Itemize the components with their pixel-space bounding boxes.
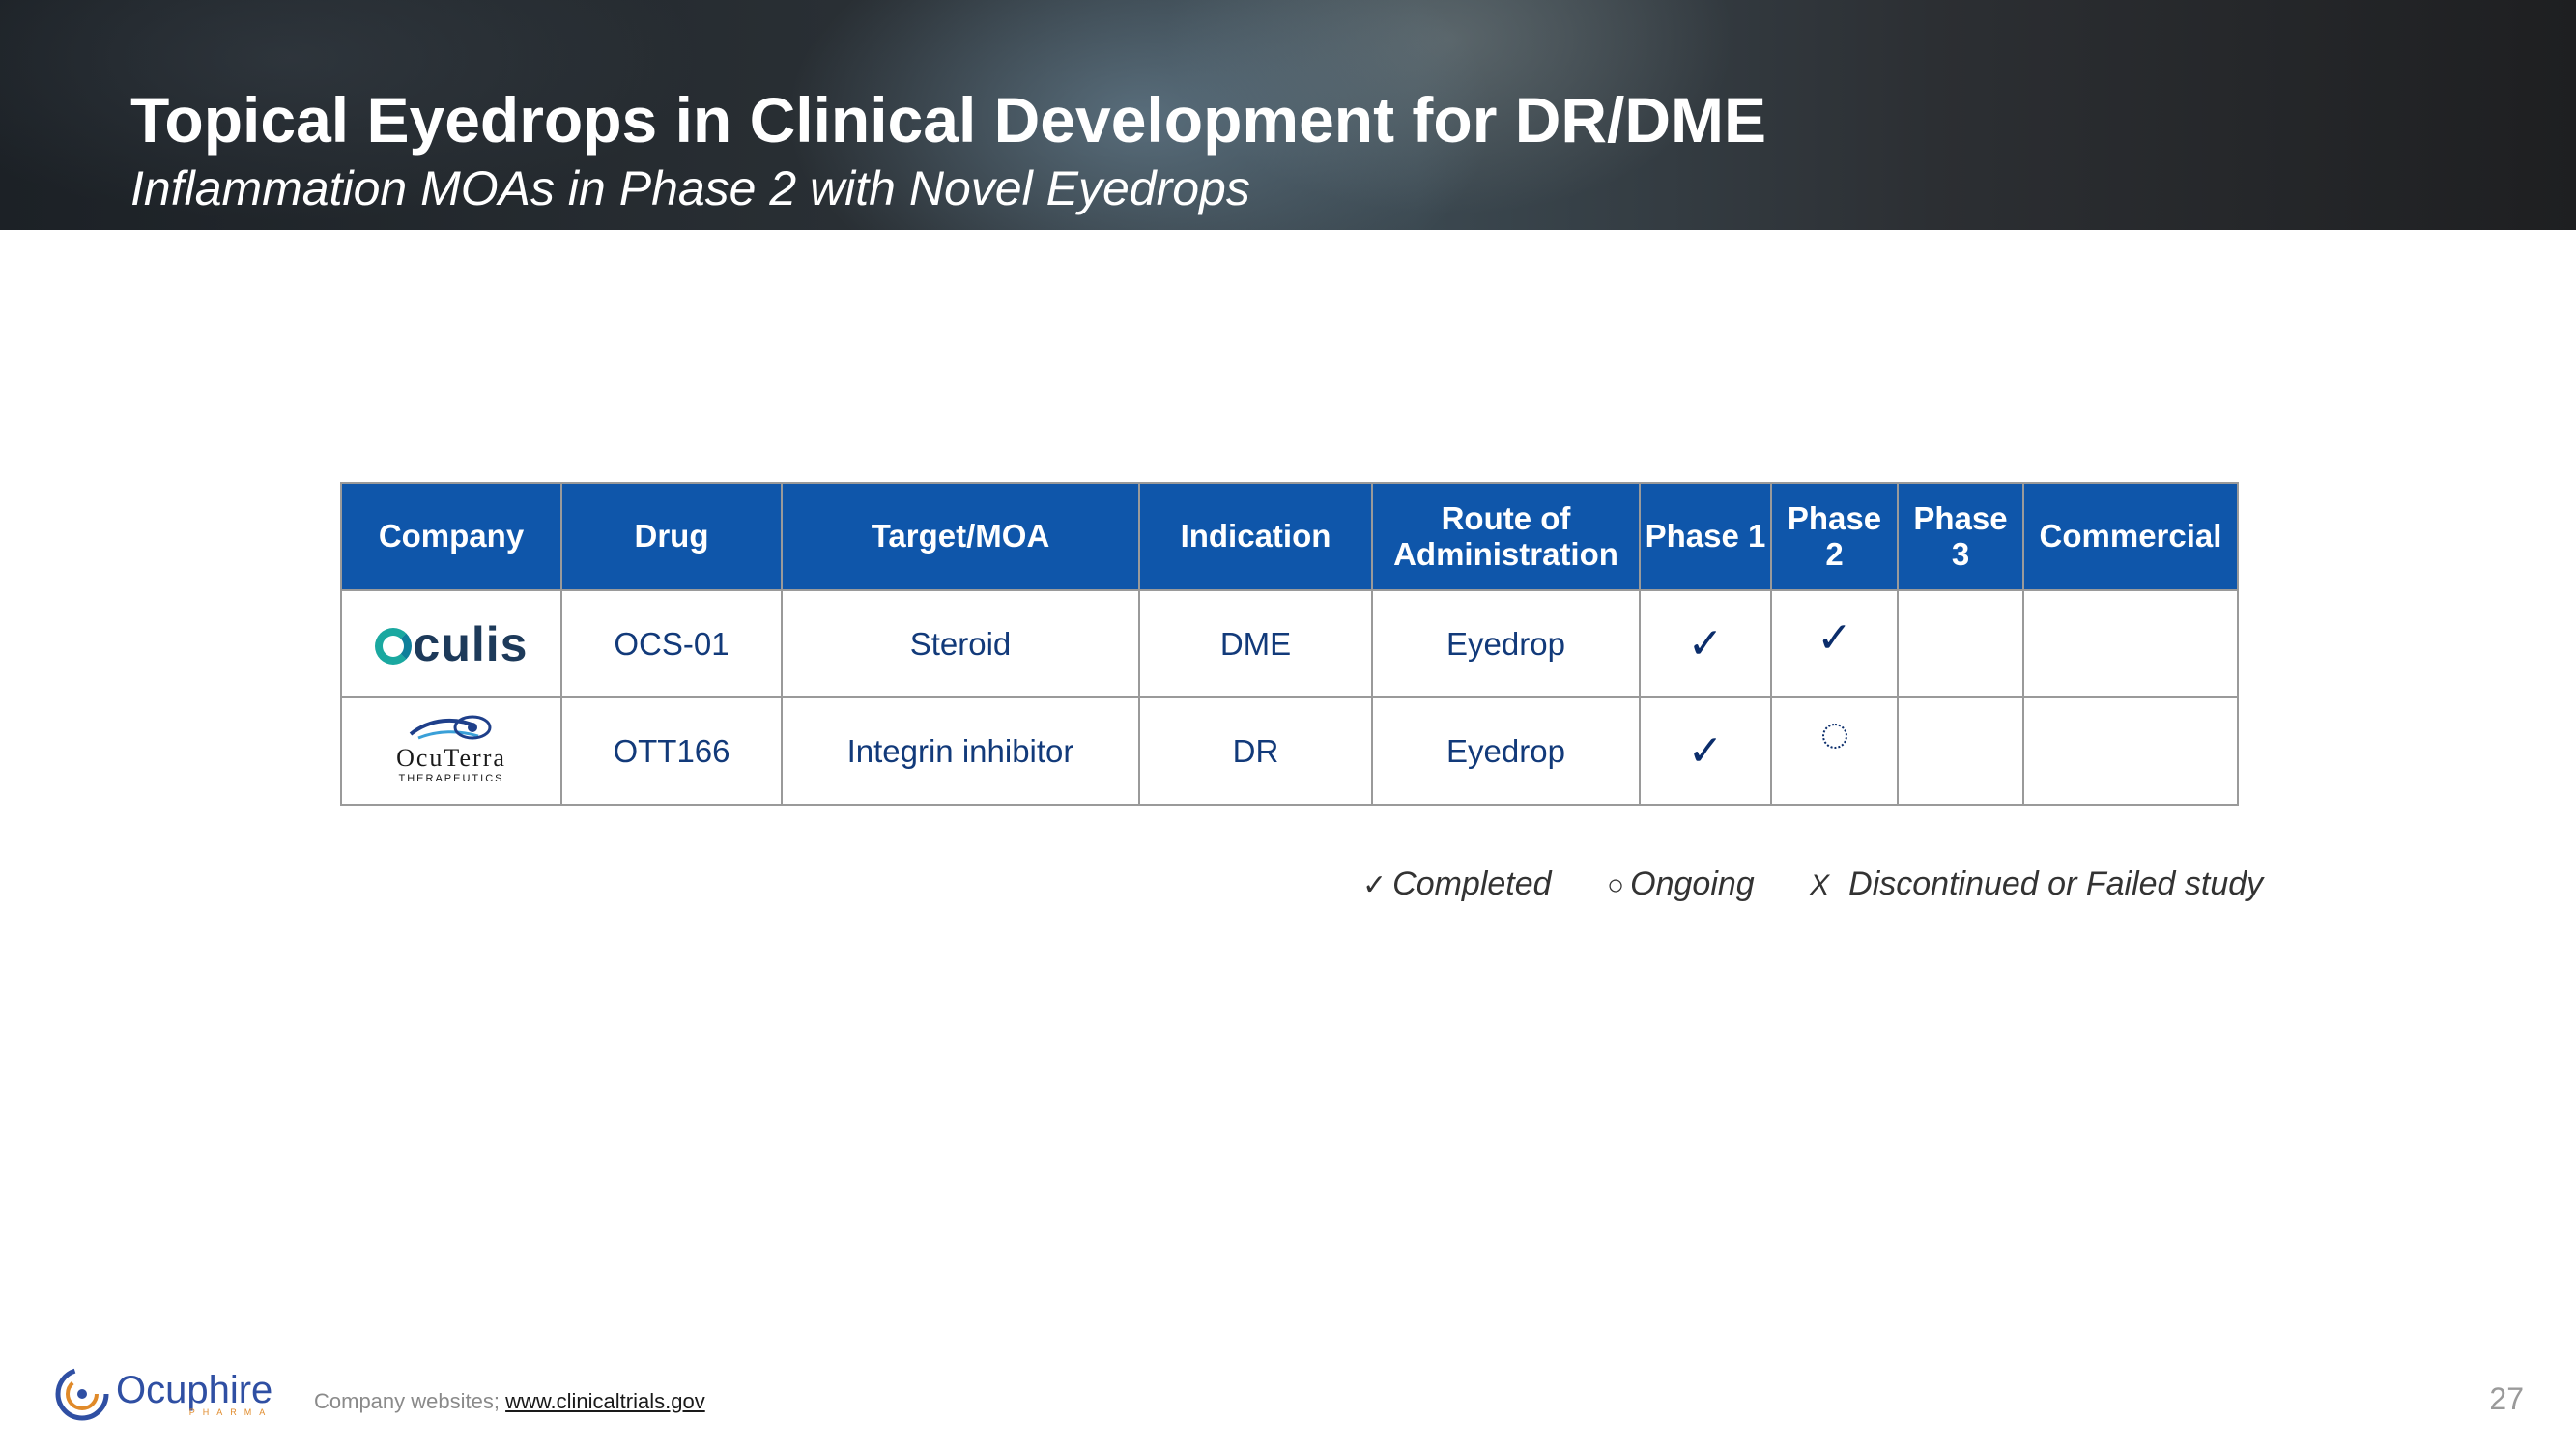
- legend-completed: ✓ Completed: [1362, 866, 1552, 903]
- header-banner: Topical Eyedrops in Clinical Development…: [0, 0, 2576, 230]
- column-header-phase-1: Phase 1: [1639, 482, 1772, 591]
- legend-discontinued: X Discontinued or Failed study: [1810, 866, 2263, 903]
- ocuphire-logo: Ocuphire PHARMA: [54, 1366, 272, 1422]
- commercial-cell: [2022, 589, 2239, 698]
- column-header-indication: Indication: [1138, 482, 1373, 591]
- column-header-drug: Drug: [560, 482, 783, 591]
- legend-ongoing-label: Ongoing: [1630, 866, 1755, 902]
- legend-completed-label: Completed: [1392, 866, 1552, 902]
- discontinued-x-icon: X: [1810, 869, 1830, 901]
- source-label: Company websites;: [314, 1389, 506, 1413]
- status-legend: ✓ Completed ○ Ongoing X Discontinued or Fai…: [1362, 866, 2263, 903]
- commercial-cell: [2022, 696, 2239, 806]
- phase-2-cell: ✓: [1770, 589, 1899, 698]
- ocuterra-eye-icon: [409, 715, 492, 740]
- oculis-logo: culis: [374, 616, 529, 672]
- completed-check-icon: ✓: [1687, 727, 1724, 775]
- ocuphire-swirl-icon: [55, 1367, 109, 1421]
- ocuterra-logo-subtext: THERAPEUTICS: [398, 773, 504, 784]
- completed-check-icon: ✓: [1362, 869, 1388, 901]
- route-cell: Eyedrop: [1371, 696, 1641, 806]
- indication-cell: DR: [1138, 696, 1373, 806]
- table-row: culis OCS-01 Steroid DME Eyedrop ✓ ✓: [340, 589, 2239, 698]
- drug-cell: OCS-01: [560, 589, 783, 698]
- column-header-route: Route of Administration: [1371, 482, 1641, 591]
- ocuterra-logo: OcuTerra THERAPEUTICS: [396, 713, 506, 784]
- legend-ongoing: ○ Ongoing: [1607, 866, 1755, 903]
- ocuterra-logo-text: OcuTerra: [396, 744, 506, 772]
- clinicaltrials-link[interactable]: www.clinicaltrials.gov: [505, 1389, 705, 1413]
- ongoing-circle-icon: [1821, 723, 1847, 749]
- table-row: OcuTerra THERAPEUTICS OTT166 Integrin in…: [340, 696, 2239, 806]
- pipeline-table: Company Drug Target/MOA Indication Route…: [340, 482, 2239, 806]
- phase-3-cell: [1897, 696, 2024, 806]
- source-footnote: Company websites; www.clinicaltrials.gov: [314, 1389, 705, 1414]
- table-header-row: Company Drug Target/MOA Indication Route…: [340, 482, 2239, 591]
- route-cell: Eyedrop: [1371, 589, 1641, 698]
- phase-2-cell: [1770, 696, 1899, 806]
- phase-1-cell: ✓: [1639, 696, 1772, 806]
- completed-check-icon: ✓: [1687, 620, 1724, 668]
- column-header-phase-3: Phase 3: [1897, 482, 2024, 591]
- legend-discontinued-label: Discontinued or Failed study: [1848, 866, 2264, 902]
- ocuphire-wordmark: Ocuphire: [116, 1369, 273, 1411]
- column-header-company: Company: [340, 482, 562, 591]
- page-subtitle: Inflammation MOAs in Phase 2 with Novel …: [130, 161, 1250, 215]
- page-number: 27: [2489, 1381, 2524, 1416]
- company-cell: OcuTerra THERAPEUTICS: [340, 696, 562, 806]
- phase-3-cell: [1897, 589, 2024, 698]
- column-header-target: Target/MOA: [781, 482, 1140, 591]
- indication-cell: DME: [1138, 589, 1373, 698]
- company-cell: culis: [340, 589, 562, 698]
- drug-cell: OTT166: [560, 696, 783, 806]
- ongoing-circle-icon: ○: [1607, 869, 1625, 901]
- completed-check-icon: ✓: [1817, 614, 1852, 662]
- oculis-logo-text: culis: [413, 616, 529, 671]
- target-cell: Integrin inhibitor: [781, 696, 1140, 806]
- column-header-phase-2: Phase 2: [1770, 482, 1899, 591]
- oculis-o-icon: [374, 627, 412, 665]
- column-header-commercial: Commercial: [2022, 482, 2239, 591]
- phase-1-cell: ✓: [1639, 589, 1772, 698]
- target-cell: Steroid: [781, 589, 1140, 698]
- page-title: Topical Eyedrops in Clinical Development…: [130, 84, 1767, 156]
